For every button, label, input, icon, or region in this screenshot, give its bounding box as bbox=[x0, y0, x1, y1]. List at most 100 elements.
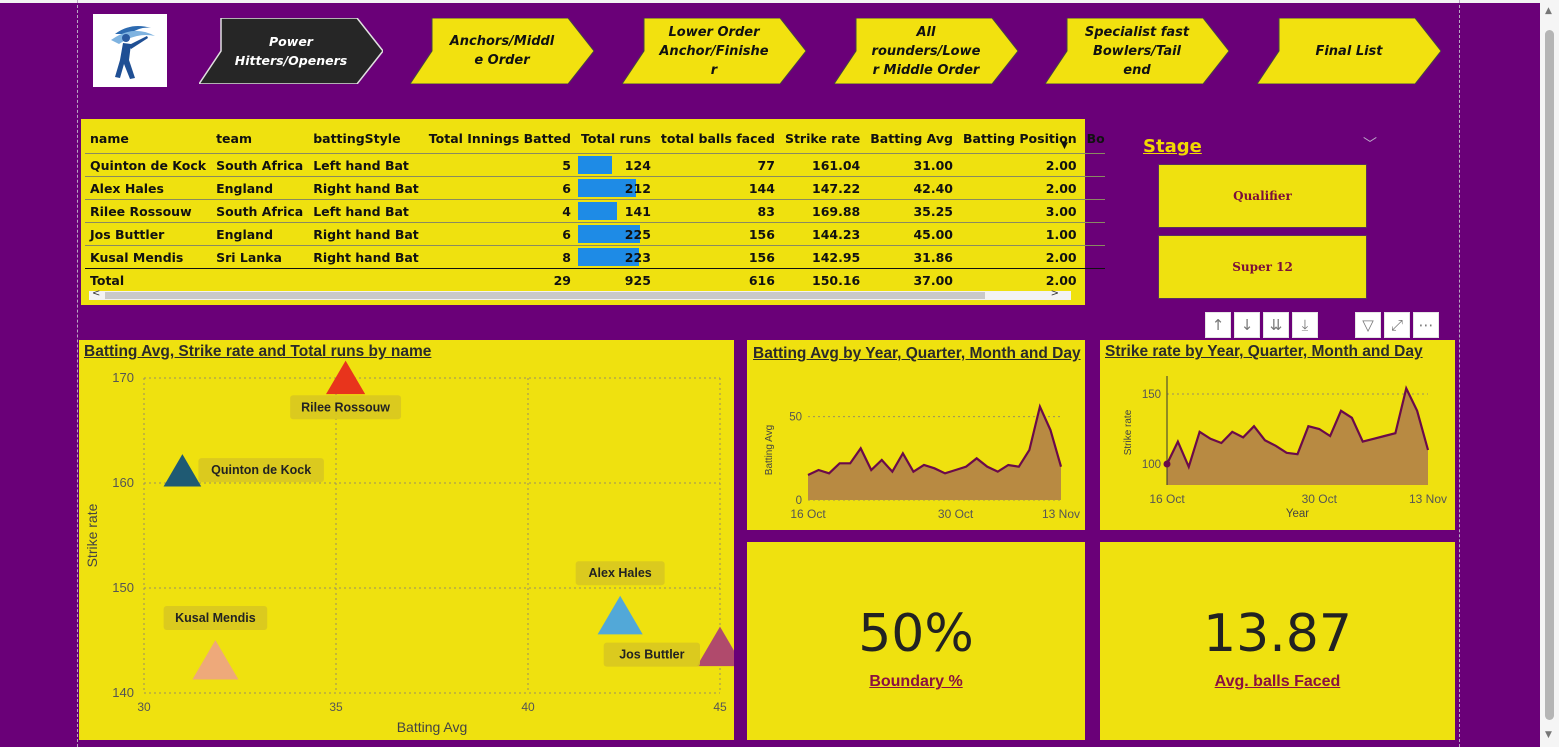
total-balls: 616 bbox=[655, 268, 780, 291]
scatter-plot: 30 35 40 45 140 150 160 170 Batting Avg Strike ra… bbox=[84, 360, 734, 735]
cell-innings: 8 bbox=[423, 245, 576, 269]
cell-team: England bbox=[211, 176, 309, 200]
col-header-name[interactable]: name bbox=[85, 123, 211, 154]
scrollbar-thumb[interactable] bbox=[1545, 30, 1554, 720]
cell-batting-avg: 31.86 bbox=[865, 245, 958, 269]
cell-team: South Africa bbox=[211, 153, 309, 177]
chevron-down-icon[interactable]: ﹀ bbox=[1363, 134, 1377, 154]
x-tick-label: 16 Oct bbox=[790, 507, 826, 521]
cell-truncated bbox=[1081, 153, 1105, 177]
kpi-value: 13.87 bbox=[1203, 604, 1352, 664]
sort-desc-icon[interactable]: ▼ bbox=[1061, 141, 1068, 151]
table-row[interactable]: Jos Buttler England Right hand Bat 6 225… bbox=[85, 222, 1105, 246]
slicer-option-super-12[interactable]: Super 12 bbox=[1158, 235, 1367, 299]
y-tick-label: 160 bbox=[112, 475, 134, 490]
focus-mode-icon[interactable]: ⤢ bbox=[1384, 312, 1410, 338]
cell-batting-avg: 31.00 bbox=[865, 153, 958, 177]
col-header-batting-avg[interactable]: Batting Avg bbox=[865, 123, 958, 154]
tab-label: Specialist fast Bowlers/Tail end bbox=[1084, 24, 1190, 78]
cell-style: Left hand Bat bbox=[308, 199, 424, 223]
cell-balls: 83 bbox=[655, 199, 780, 223]
y-tick-label: 140 bbox=[112, 685, 134, 700]
data-label: Rilee Rossouw bbox=[301, 400, 390, 414]
tab-fast-bowlers[interactable]: Specialist fast Bowlers/Tail end bbox=[1045, 18, 1229, 84]
col-header-balls[interactable]: total balls faced bbox=[656, 123, 780, 154]
vertical-scrollbar[interactable]: ▲ ▼ bbox=[1540, 0, 1559, 747]
batting-avg-area-chart-visual[interactable]: Batting Avg by Year, Quarter, Month and … bbox=[747, 340, 1085, 530]
col-header-runs[interactable]: Total runs bbox=[576, 123, 656, 154]
cell-strike-rate: 142.95 bbox=[779, 245, 866, 269]
filter-icon[interactable]: ▽ bbox=[1355, 312, 1381, 338]
scatter-point bbox=[192, 640, 239, 680]
tab-power-hitters[interactable]: Power Hitters/Openers bbox=[199, 18, 383, 84]
scatter-chart-visual[interactable]: Batting Avg, Strike rate and Total runs … bbox=[79, 340, 734, 740]
tab-label: Final List bbox=[1315, 43, 1383, 59]
tab-anchors[interactable]: Anchors/Middl e Order bbox=[410, 18, 594, 84]
cell-team: England bbox=[211, 222, 309, 246]
kpi-label: Boundary % bbox=[869, 673, 963, 690]
table-row[interactable]: Rilee Rossouw South Africa Left hand Bat… bbox=[85, 199, 1105, 223]
cell-innings: 6 bbox=[423, 222, 576, 246]
cell-batting-position: 2.00 bbox=[957, 176, 1082, 200]
table-horizontal-scrollbar[interactable]: < > bbox=[89, 288, 1071, 300]
cell-innings: 6 bbox=[423, 176, 576, 200]
col-header-strike-rate[interactable]: Strike rate bbox=[780, 123, 865, 154]
strike-rate-area-chart-visual[interactable]: Strike rate by Year, Quarter, Month and … bbox=[1100, 340, 1455, 530]
cell-batting-position: 2.00 bbox=[957, 153, 1082, 177]
y-axis-title: Strike rate bbox=[1123, 409, 1134, 455]
col-header-truncated[interactable]: Bo bbox=[1082, 123, 1105, 154]
cell-team: Sri Lanka bbox=[211, 245, 309, 269]
scroll-right-icon[interactable]: > bbox=[1051, 288, 1059, 299]
table-row[interactable]: Alex Hales England Right hand Bat 6 212 … bbox=[85, 176, 1105, 200]
avg-balls-faced-kpi-card[interactable]: 13.87 Avg. balls Faced bbox=[1100, 542, 1455, 740]
cell-runs: 225 bbox=[575, 222, 656, 246]
cell-batting-avg: 35.25 bbox=[865, 199, 958, 223]
x-tick-label: 35 bbox=[329, 700, 343, 714]
tab-label: Anchors/Middl e Order bbox=[449, 34, 555, 68]
tab-final-list[interactable]: Final List bbox=[1257, 18, 1441, 84]
tab-lower-order[interactable]: Lower Order Anchor/Finishe r bbox=[622, 18, 806, 84]
col-header-team[interactable]: team bbox=[211, 123, 308, 154]
total-innings: 29 bbox=[423, 268, 576, 291]
scrollbar-thumb[interactable] bbox=[105, 292, 985, 299]
col-header-batting-style[interactable]: battingStyle bbox=[308, 123, 424, 154]
double-arrow-down-icon[interactable]: ⇊ bbox=[1263, 312, 1289, 338]
cell-runs: 124 bbox=[575, 153, 656, 177]
arrow-up-icon[interactable]: ↑ bbox=[1205, 312, 1231, 338]
cell-batting-position: 1.00 bbox=[957, 222, 1082, 246]
tab-all-rounders[interactable]: All rounders/Lowe r Middle Order bbox=[834, 18, 1018, 84]
y-tick-label: 50 bbox=[789, 412, 802, 424]
area-fill bbox=[808, 406, 1061, 500]
y-tick-label: 150 bbox=[1142, 389, 1161, 401]
cricket-logo bbox=[93, 14, 167, 87]
cell-style: Right hand Bat bbox=[308, 222, 424, 246]
cell-style: Right hand Bat bbox=[308, 245, 424, 269]
more-options-icon[interactable]: ⋯ bbox=[1413, 312, 1439, 338]
cell-team: South Africa bbox=[211, 199, 309, 223]
players-table-visual[interactable]: name team battingStyle Total Innings Bat… bbox=[81, 119, 1105, 305]
drill-down-icon[interactable]: ⤓ bbox=[1292, 312, 1318, 338]
x-tick-label: 13 Nov bbox=[1409, 492, 1447, 506]
slicer-option-qualifier[interactable]: Qualifier bbox=[1158, 164, 1367, 228]
cell-batting-position: 3.00 bbox=[957, 199, 1082, 223]
col-header-innings[interactable]: Total Innings Batted bbox=[424, 123, 576, 154]
total-strike-rate: 150.16 bbox=[779, 268, 866, 291]
table-row[interactable]: Kusal Mendis Sri Lanka Right hand Bat 8 … bbox=[85, 245, 1105, 269]
arrow-down-icon[interactable]: ↓ bbox=[1234, 312, 1260, 338]
data-label: Quinton de Kock bbox=[211, 463, 311, 477]
cell-name: Rilee Rossouw bbox=[85, 199, 212, 223]
cell-strike-rate: 147.22 bbox=[779, 176, 866, 200]
table-row[interactable]: Quinton de Kock South Africa Left hand B… bbox=[85, 153, 1105, 177]
scroll-up-icon[interactable]: ▲ bbox=[1545, 6, 1552, 16]
cell-strike-rate: 169.88 bbox=[779, 199, 866, 223]
cell-batting-avg: 42.40 bbox=[865, 176, 958, 200]
x-tick-label: 30 Oct bbox=[938, 507, 974, 521]
x-tick-label: 16 Oct bbox=[1149, 492, 1185, 506]
total-empty-cell bbox=[1081, 268, 1105, 291]
cell-balls: 156 bbox=[655, 245, 780, 269]
boundary-kpi-card[interactable]: 50% Boundary % bbox=[747, 542, 1085, 740]
cell-truncated bbox=[1081, 176, 1105, 200]
scroll-left-icon[interactable]: < bbox=[92, 288, 100, 299]
scroll-down-icon[interactable]: ▼ bbox=[1545, 730, 1552, 740]
scatter-point bbox=[696, 626, 734, 667]
